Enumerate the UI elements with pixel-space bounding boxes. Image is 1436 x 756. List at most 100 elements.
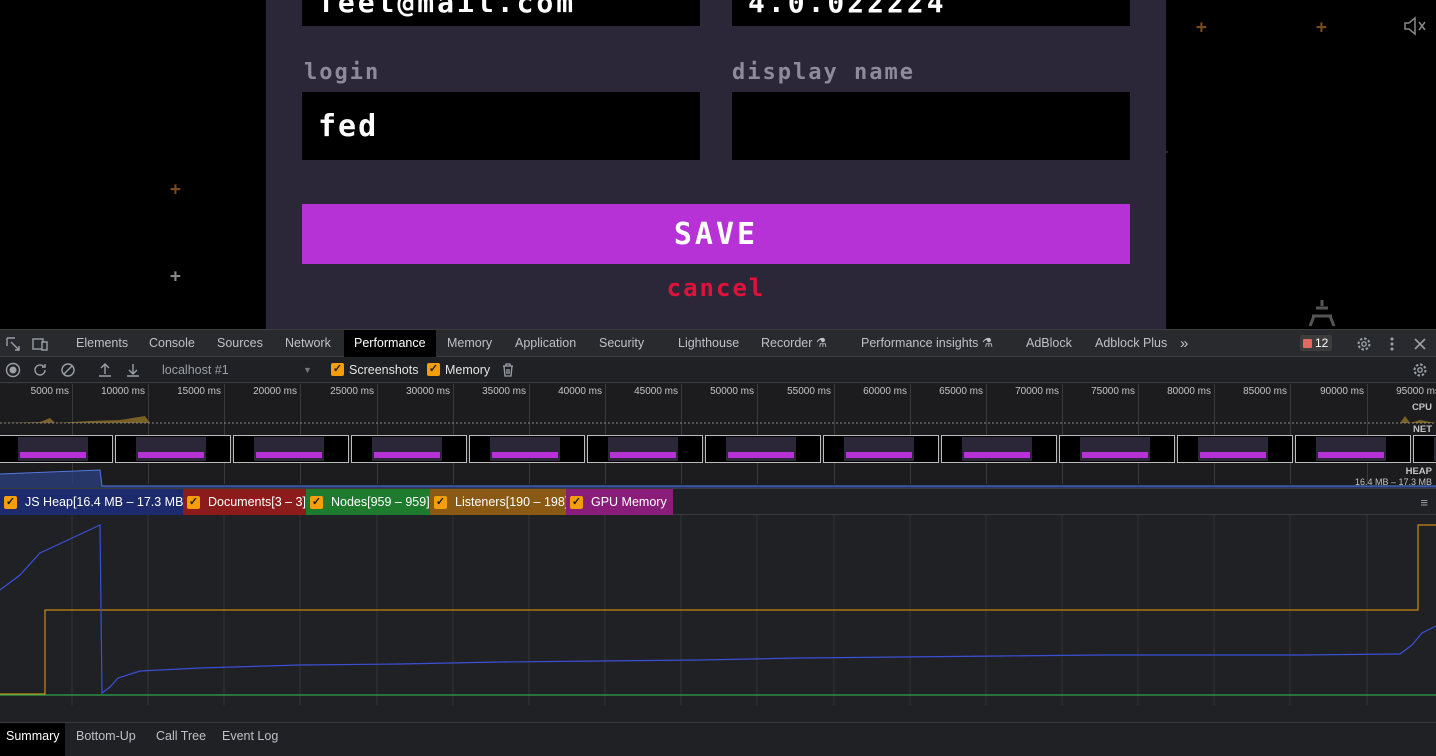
tab-performance[interactable]: Performance [344, 330, 436, 357]
documents-checkbox[interactable]: ✓ [187, 495, 200, 509]
record-icon[interactable] [4, 361, 22, 379]
listeners-checkbox[interactable]: ✓ [434, 495, 447, 509]
ruler-label: 10000 ms [101, 386, 145, 397]
ruler-label: 80000 ms [1167, 386, 1211, 397]
tab-sources[interactable]: Sources [217, 330, 263, 357]
tab-security[interactable]: Security [599, 330, 644, 357]
display-name-label: display name [732, 60, 915, 85]
screenshot-thumbnail[interactable] [705, 435, 821, 463]
login-label: login [304, 60, 381, 85]
tab-adblock[interactable]: AdBlock [1026, 330, 1072, 357]
star-icon: + [170, 266, 181, 287]
ruler-label: 60000 ms [863, 386, 907, 397]
star-icon: + [1316, 17, 1327, 38]
screenshot-thumbnail[interactable] [351, 435, 467, 463]
ruler-label: 45000 ms [634, 386, 678, 397]
ruler-label: 20000 ms [253, 386, 297, 397]
screenshot-thumbnail[interactable] [0, 435, 113, 463]
tab-lighthouse[interactable]: Lighthouse [678, 330, 739, 357]
kebab-menu-icon[interactable] [1383, 335, 1401, 353]
ruler-label: 50000 ms [710, 386, 754, 397]
legend-documents[interactable]: ✓ Documents[3 – 3] [183, 489, 312, 515]
screenshot-thumbnail[interactable] [587, 435, 703, 463]
app-root: + + + + + feet@mail.com 4.0.022224 login… [0, 0, 1436, 756]
download-icon[interactable] [124, 361, 142, 379]
gpu-memory-checkbox[interactable]: ✓ [570, 495, 583, 509]
tab-call-tree[interactable]: Call Tree [156, 723, 206, 756]
star-icon: + [1196, 17, 1207, 38]
save-button[interactable]: SAVE [302, 204, 1130, 264]
mute-icon[interactable] [1402, 14, 1428, 38]
screenshot-thumbnail[interactable] [469, 435, 585, 463]
screenshot-thumbnail[interactable] [823, 435, 939, 463]
devtools-tabbar: Elements Console Sources Network Perform… [0, 329, 1436, 357]
tab-application[interactable]: Application [515, 330, 576, 357]
tab-performance-insights[interactable]: Performance insights ⚗ [861, 330, 993, 357]
target-select[interactable]: localhost #1 [162, 363, 229, 377]
devtools-panel: Elements Console Sources Network Perform… [0, 329, 1436, 756]
tab-recorder[interactable]: Recorder ⚗ [761, 330, 827, 357]
ruler-label: 75000 ms [1091, 386, 1135, 397]
screenshots-checkbox[interactable]: ✓ [331, 363, 344, 376]
memory-checkbox[interactable]: ✓ [427, 363, 440, 376]
screenshot-thumbnail[interactable] [115, 435, 231, 463]
details-tabbar: Summary Bottom-Up Call Tree Event Log [0, 722, 1436, 756]
settings-gear-icon[interactable] [1355, 335, 1373, 353]
tab-console[interactable]: Console [149, 330, 195, 357]
js-heap-series-line [0, 524, 1436, 695]
flask-icon: ⚗ [981, 336, 994, 350]
clear-icon[interactable] [59, 361, 77, 379]
display-name-input[interactable] [732, 92, 1130, 160]
timeline-overview[interactable]: 5000 ms 10000 ms 15000 ms 20000 ms 25000 ms 3… [0, 384, 1436, 489]
email-field[interactable]: feet@mail.com [302, 0, 700, 26]
screenshot-thumbnail[interactable] [233, 435, 349, 463]
listeners-series-line [0, 524, 1436, 695]
memory-legend: ✓ JS Heap[16.4 MB – 17.3 MB] ✓ Documents[3… [0, 489, 1436, 515]
legend-gpu-memory[interactable]: ✓ GPU Memory [566, 489, 673, 515]
inspect-element-icon[interactable] [4, 335, 22, 353]
legend-listeners[interactable]: ✓ Listeners[190 – 198] [430, 489, 575, 515]
nodes-checkbox[interactable]: ✓ [310, 495, 323, 509]
tab-adblock-plus[interactable]: Adblock Plus [1095, 330, 1167, 357]
ruler-label: 95000 ms [1396, 386, 1436, 397]
legend-nodes[interactable]: ✓ Nodes[959 – 959] [306, 489, 436, 515]
js-heap-checkbox[interactable]: ✓ [4, 495, 17, 509]
tab-memory[interactable]: Memory [447, 330, 492, 357]
close-icon[interactable] [1411, 335, 1429, 353]
legend-menu-icon[interactable]: ≡ [1420, 495, 1428, 510]
tab-summary[interactable]: Summary [0, 723, 66, 756]
screenshot-thumbnail[interactable] [1413, 435, 1436, 463]
legend-js-heap[interactable]: ✓ JS Heap[16.4 MB – 17.3 MB] [0, 489, 193, 515]
performance-toolbar: localhost #1 ▼ ✓ Screenshots ✓ Memory [0, 357, 1436, 383]
screenshots-label: Screenshots [349, 363, 419, 377]
tab-network[interactable]: Network [285, 330, 331, 357]
profile-form-panel: feet@mail.com 4.0.022224 login display n… [266, 0, 1166, 329]
cancel-link[interactable]: cancel [266, 274, 1166, 302]
net-track-label: NET [1413, 424, 1432, 435]
screenshot-thumbnail[interactable] [941, 435, 1057, 463]
phone-field[interactable]: 4.0.022224 [732, 0, 1130, 26]
error-icon [1303, 338, 1312, 348]
upload-icon[interactable] [96, 361, 114, 379]
ruler-label: 85000 ms [1243, 386, 1287, 397]
reload-record-icon[interactable] [31, 361, 49, 379]
more-tabs-icon[interactable]: » [1180, 330, 1188, 357]
heap-track [0, 469, 1436, 488]
ruler-label: 35000 ms [482, 386, 526, 397]
memory-counters-chart[interactable] [0, 515, 1436, 715]
tab-bottom-up[interactable]: Bottom-Up [76, 723, 136, 756]
tab-elements[interactable]: Elements [76, 330, 128, 357]
chevron-down-icon[interactable]: ▼ [303, 365, 312, 375]
device-toolbar-icon[interactable] [31, 335, 49, 353]
screenshot-thumbnail[interactable] [1295, 435, 1411, 463]
trash-icon[interactable] [499, 361, 517, 379]
tab-event-log[interactable]: Event Log [222, 723, 278, 756]
game-viewport: + + + + + feet@mail.com 4.0.022224 login… [0, 0, 1436, 329]
screenshot-thumbnail[interactable] [1059, 435, 1175, 463]
login-input[interactable] [302, 92, 700, 160]
error-count-badge[interactable]: 12 [1300, 335, 1333, 351]
ruler-label: 65000 ms [939, 386, 983, 397]
ruler-label: 90000 ms [1320, 386, 1364, 397]
capture-settings-icon[interactable] [1411, 361, 1429, 379]
screenshot-thumbnail[interactable] [1177, 435, 1293, 463]
